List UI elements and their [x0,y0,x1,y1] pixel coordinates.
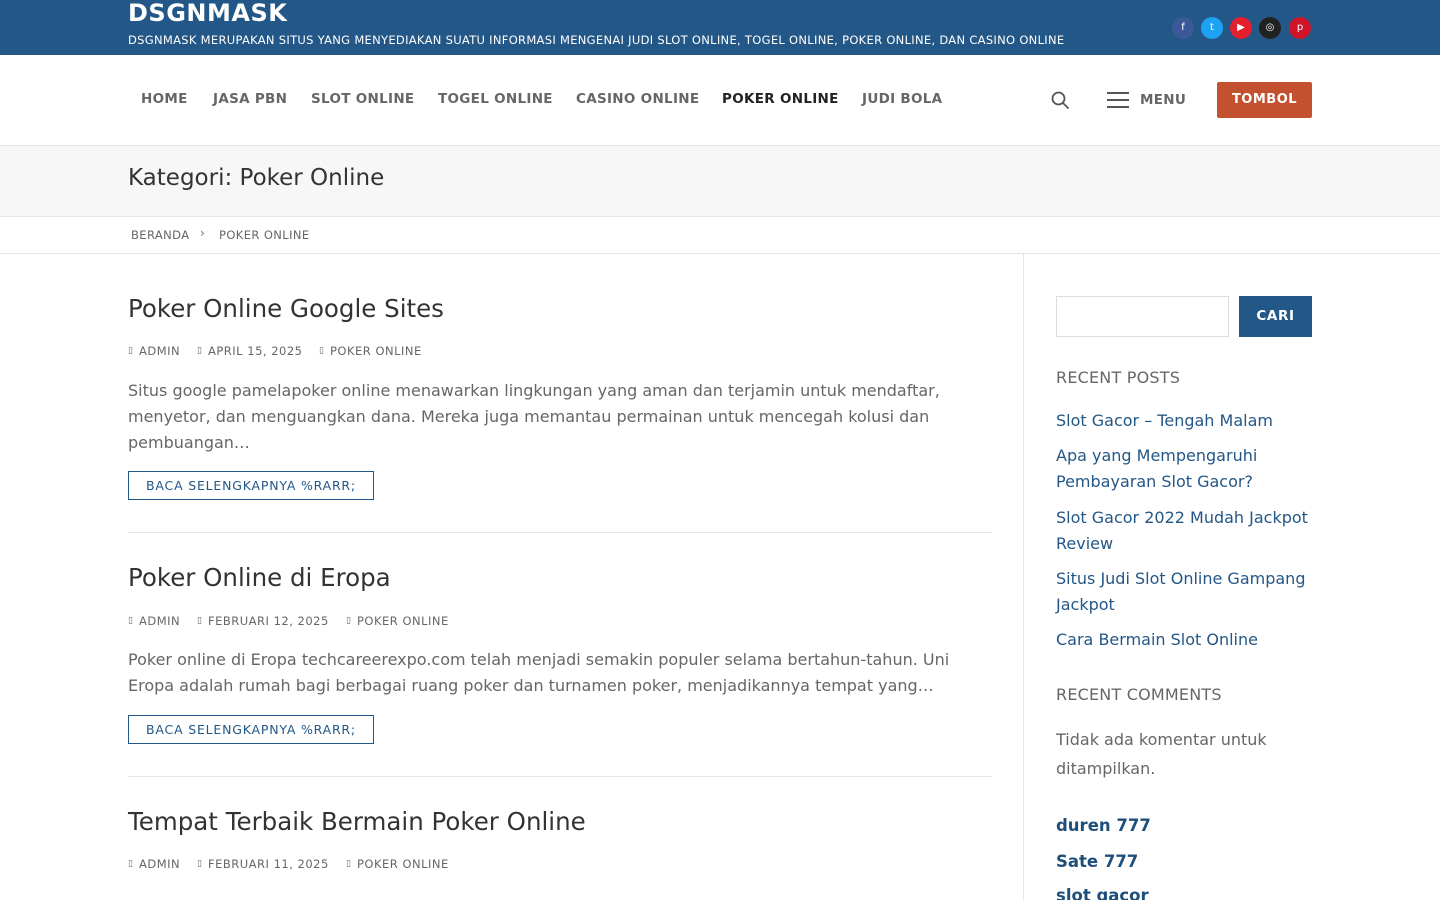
post-author: ADMIN [139,344,181,358]
instagram-icon[interactable]: ◎ [1259,17,1281,39]
nav-item-togel-online[interactable]: TOGEL ONLINE [438,91,553,107]
post-meta-date[interactable]: ▯ FEBRUARI 12, 2025 [197,614,329,628]
main-navigation: HOME JASA PBN SLOT ONLINE TOGEL ONLINE C… [0,55,1440,146]
sidebar-link[interactable]: Sate 777 [1056,852,1138,871]
nav-item-slot-online[interactable]: SLOT ONLINE [311,91,414,107]
post-divider [128,776,992,777]
post-author: ADMIN [139,857,181,871]
breadcrumb-current: POKER ONLINE [219,228,310,242]
folder-icon: ▯ [346,859,352,869]
clock-icon: ▯ [197,859,203,869]
page-title: Kategori: Poker Online [128,165,385,191]
post-excerpt: Situs google pamelapoker online menawark… [128,381,940,452]
chevron-right-icon: › [200,226,205,240]
nav-item-judi-bola[interactable]: JUDI BOLA [862,91,942,107]
menu-toggle-button[interactable]: MENU [1106,89,1186,111]
post-date: FEBRUARI 11, 2025 [208,857,329,871]
page-title-band: Kategori: Poker Online [0,146,1440,217]
sidebar-link[interactable]: slot gacor [1056,886,1149,900]
post-excerpt: Poker online di Eropa techcareerexpo.com… [128,650,950,695]
no-comments-text: Tidak ada komentar untuk ditampilkan. [1056,730,1267,778]
nav-item-home[interactable]: HOME [141,91,188,107]
post-category: POKER ONLINE [330,344,422,358]
menu-label: MENU [1140,92,1187,108]
post-meta-category[interactable]: ▯ POKER ONLINE [346,614,449,628]
facebook-icon[interactable]: f [1172,17,1194,39]
post-date: APRIL 15, 2025 [208,344,303,358]
post-title[interactable]: Poker Online di Eropa [128,563,391,592]
hamburger-icon [1107,92,1129,108]
top-bar: DSGNMASK DSGNMASK MERUPAKAN SITUS YANG M… [0,0,1440,55]
sidebar-divider [1023,254,1024,900]
nav-item-poker-online[interactable]: POKER ONLINE [722,91,839,107]
recent-post-link[interactable]: Apa yang Mempengaruhi Pembayaran Slot Ga… [1056,443,1321,495]
post-divider [128,532,992,533]
recent-posts-title: RECENT POSTS [1056,368,1181,387]
site-description: DSGNMASK MERUPAKAN SITUS YANG MENYEDIAKA… [128,33,1065,47]
pinterest-icon[interactable]: p [1289,17,1311,39]
recent-post-link[interactable]: Slot Gacor 2022 Mudah Jackpot Review [1056,505,1321,557]
tombol-button[interactable]: TOMBOL [1217,82,1312,118]
post-meta-category[interactable]: ▯ POKER ONLINE [319,344,422,358]
user-icon: ▯ [128,616,134,626]
nav-item-casino-online[interactable]: CASINO ONLINE [576,91,699,107]
post-meta-author[interactable]: ▯ ADMIN [128,344,180,358]
recent-post-link[interactable]: Situs Judi Slot Online Gampang Jackpot [1056,566,1321,618]
folder-icon: ▯ [319,346,325,356]
post-meta-author[interactable]: ▯ ADMIN [128,614,180,628]
user-icon: ▯ [128,859,134,869]
nav-item-jasa-pbn[interactable]: JASA PBN [213,91,287,107]
search-toggle-button[interactable] [1050,90,1072,112]
user-icon: ▯ [128,346,134,356]
search-submit-button[interactable]: CARI [1239,296,1312,337]
post-meta-date[interactable]: ▯ FEBRUARI 11, 2025 [197,857,329,871]
twitter-icon[interactable]: t [1201,17,1223,39]
breadcrumb-home-link[interactable]: BERANDA [131,228,189,242]
post-meta-author[interactable]: ▯ ADMIN [128,857,180,871]
recent-post-link[interactable]: Slot Gacor – Tengah Malam [1056,408,1321,434]
breadcrumb: BERANDA › POKER ONLINE [0,217,1440,254]
clock-icon: ▯ [197,616,203,626]
recent-post-link[interactable]: Cara Bermain Slot Online [1056,627,1321,653]
post-category: POKER ONLINE [357,614,449,628]
site-title[interactable]: DSGNMASK [128,0,287,29]
clock-icon: ▯ [197,346,203,356]
read-more-button[interactable]: BACA SELENGKAPNYA %RARR; [128,471,374,500]
post-meta-date[interactable]: ▯ APRIL 15, 2025 [197,344,302,358]
sidebar-search-input[interactable] [1056,296,1229,337]
read-more-button[interactable]: BACA SELENGKAPNYA %RARR; [128,715,374,744]
recent-comments-title: RECENT COMMENTS [1056,685,1222,704]
post-meta-category[interactable]: ▯ POKER ONLINE [346,857,449,871]
post-author: ADMIN [139,614,181,628]
post-date: FEBRUARI 12, 2025 [208,614,329,628]
sidebar-link[interactable]: duren 777 [1056,816,1151,835]
folder-icon: ▯ [346,616,352,626]
post-category: POKER ONLINE [357,857,449,871]
post-title[interactable]: Tempat Terbaik Bermain Poker Online [128,807,586,836]
post-title[interactable]: Poker Online Google Sites [128,294,444,323]
youtube-icon[interactable]: ▶ [1230,17,1252,39]
search-icon [1051,91,1069,109]
